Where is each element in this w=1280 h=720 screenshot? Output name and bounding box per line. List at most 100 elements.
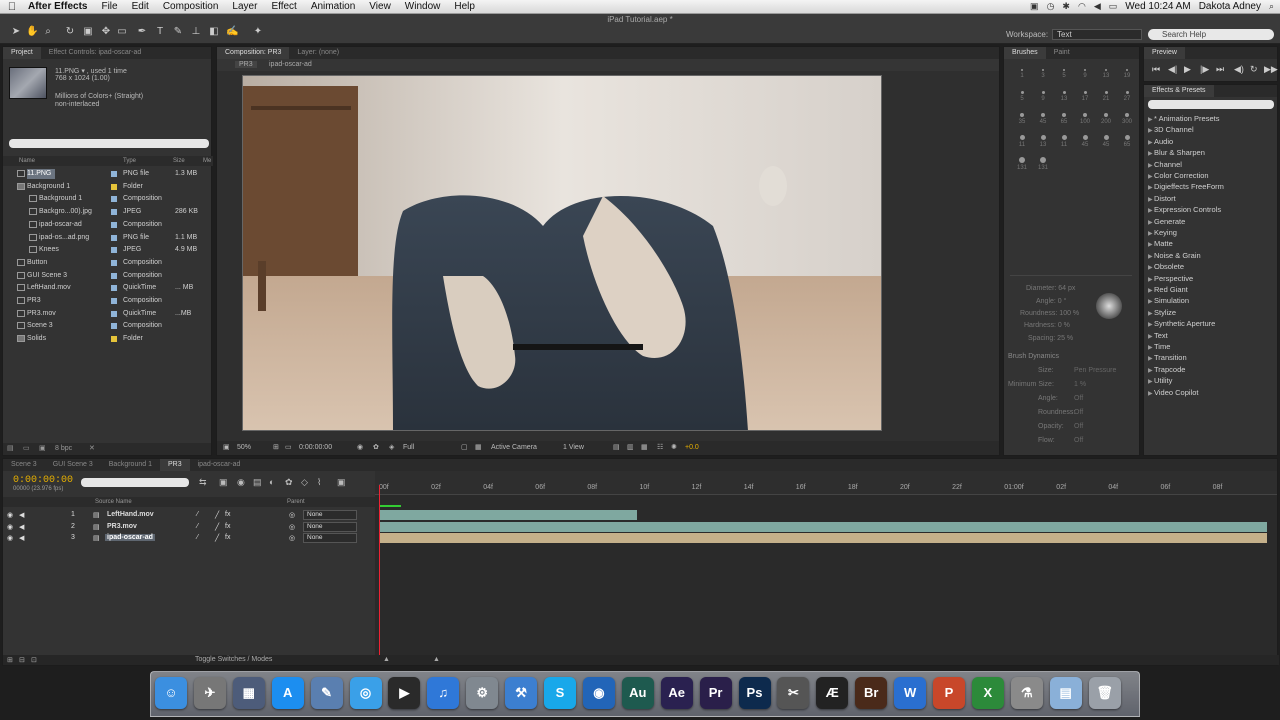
motion-blur-icon[interactable]: ◐: [269, 477, 274, 487]
wifi-icon[interactable]: ◠: [1078, 1, 1086, 12]
project-item[interactable]: PR3.mov QuickTime ...MB: [3, 308, 211, 320]
safari-icon[interactable]: ◎: [349, 677, 382, 709]
rotate-tool-icon[interactable]: ↻: [64, 26, 76, 38]
parent-select[interactable]: None: [303, 510, 357, 520]
tab-layer[interactable]: Layer: (none): [289, 47, 347, 59]
visibility-eye-icon[interactable]: ◉: [7, 523, 13, 531]
effect-category[interactable]: ▶Utility: [1148, 375, 1172, 386]
brush-tip[interactable]: 11: [1014, 135, 1030, 148]
tab-timeline-comp[interactable]: PR3: [159, 459, 190, 471]
label-color-swatch[interactable]: [111, 323, 117, 330]
tab-preview[interactable]: Preview: [1144, 47, 1185, 59]
tab-composition[interactable]: Composition: PR3: [217, 47, 290, 59]
menu-help[interactable]: Help: [447, 1, 482, 12]
audio-toggle-icon[interactable]: ◀: [19, 511, 24, 519]
always-preview-icon[interactable]: ▣: [223, 443, 230, 453]
spotlight-icon[interactable]: ⌕: [1269, 1, 1274, 12]
tab-project[interactable]: Project: [3, 47, 41, 59]
selection-tool-icon[interactable]: ➤: [10, 26, 22, 38]
premiere-icon[interactable]: Pr: [699, 677, 732, 709]
layer-bar-pr3[interactable]: [379, 522, 1267, 532]
tab-paint[interactable]: Paint: [1046, 47, 1078, 59]
zoom-select[interactable]: 50%: [237, 443, 251, 453]
audio-icon[interactable]: ◀): [1234, 64, 1244, 75]
effects-search-input[interactable]: [1148, 100, 1274, 109]
first-frame-icon[interactable]: ⏮: [1152, 64, 1160, 75]
brush-tip[interactable]: 45: [1035, 113, 1051, 125]
brush-tip[interactable]: 100: [1077, 113, 1093, 125]
effect-category[interactable]: ▶Text: [1148, 330, 1168, 341]
label-color-swatch[interactable]: [111, 285, 117, 292]
project-item[interactable]: Knees JPEG 4.9 MB: [3, 244, 211, 256]
new-comp-icon[interactable]: ▣: [39, 444, 46, 452]
label-color-swatch[interactable]: [111, 272, 117, 279]
project-item[interactable]: Backgro...00).jpg JPEG 286 KB: [3, 206, 211, 218]
interpret-footage-icon[interactable]: ▤: [7, 444, 14, 452]
menu-effect[interactable]: Effect: [264, 1, 303, 12]
col-name[interactable]: Name: [19, 158, 35, 164]
effect-category[interactable]: ▶Stylize: [1148, 307, 1176, 318]
mission-control-icon[interactable]: ▦: [232, 677, 265, 709]
menu-view[interactable]: View: [362, 1, 398, 12]
col-source-name[interactable]: Source Name: [95, 499, 132, 505]
project-item[interactable]: Background 1 Folder: [3, 181, 211, 193]
tab-timeline-comp[interactable]: Background 1: [101, 459, 160, 471]
layer-row[interactable]: ◉ ◀ 2 ▤ PR3.mov ⁄ ╱ fx ◎ None: [3, 521, 375, 533]
effect-category[interactable]: ▶Simulation: [1148, 295, 1189, 306]
new-folder-icon[interactable]: ▭: [23, 444, 30, 452]
excel-icon[interactable]: X: [971, 677, 1004, 709]
effect-category[interactable]: ▶3D Channel: [1148, 124, 1194, 135]
draft-3d-icon[interactable]: ▣: [219, 477, 228, 488]
zoom-in-icon[interactable]: ▲: [433, 656, 440, 663]
effect-category[interactable]: ▶Digieffects FreeForm: [1148, 181, 1224, 192]
brush-angle[interactable]: Angle: 0 °: [1036, 298, 1066, 305]
label-color-swatch[interactable]: [111, 183, 117, 190]
brush-hardness[interactable]: Hardness: 0 %: [1024, 322, 1070, 329]
clapper-icon[interactable]: ✂: [777, 677, 810, 709]
project-item[interactable]: 11.PNG PNG file 1.3 MB: [3, 168, 211, 180]
menu-animation[interactable]: Animation: [304, 1, 362, 12]
volume-icon[interactable]: ◀: [1094, 1, 1101, 12]
pick-whip-icon[interactable]: ◎: [289, 534, 295, 542]
shy-switch-icon[interactable]: ⁄: [197, 534, 198, 541]
brush-tip[interactable]: 19: [1119, 69, 1135, 79]
tab-effects-presets[interactable]: Effects & Presets: [1144, 85, 1214, 97]
brush-tip[interactable]: 131: [1014, 157, 1030, 171]
frame-blending-icon[interactable]: ▤: [253, 477, 262, 488]
utility-icon[interactable]: ⚗: [1010, 677, 1043, 709]
bluetooth-icon[interactable]: ✱: [1062, 1, 1070, 12]
itunes-icon[interactable]: ♫: [427, 677, 460, 709]
label-color-swatch[interactable]: [111, 234, 117, 241]
last-frame-icon[interactable]: ⏭: [1216, 64, 1224, 75]
brush-spacing[interactable]: Spacing: 25 %: [1028, 335, 1073, 342]
project-item[interactable]: PR3 Composition: [3, 295, 211, 307]
effect-category[interactable]: ▶Blur & Sharpen: [1148, 147, 1205, 158]
brush-tip[interactable]: 200: [1098, 113, 1114, 125]
tab-brushes[interactable]: Brushes: [1004, 47, 1046, 59]
exposure-value[interactable]: +0.0: [685, 443, 699, 453]
xcode-icon[interactable]: ⚒: [505, 677, 538, 709]
fast-previews-icon[interactable]: ▥: [627, 443, 634, 453]
col-parent[interactable]: Parent: [287, 499, 305, 505]
brush-tip[interactable]: 13: [1056, 91, 1072, 102]
effect-category[interactable]: ▶Video Copilot: [1148, 387, 1198, 398]
workspace-select[interactable]: Text: [1052, 29, 1142, 40]
graph-editor-icon[interactable]: ⌇: [317, 477, 321, 488]
battery-icon[interactable]: ▭: [1109, 1, 1118, 12]
effect-switch-icon[interactable]: fx: [225, 511, 230, 518]
dynamics-value[interactable]: Off: [1074, 395, 1083, 402]
layer-bar-lefthand[interactable]: [379, 510, 637, 520]
effect-category[interactable]: ▶Matte: [1148, 238, 1173, 249]
toggle-pixel-icon[interactable]: ▤: [613, 443, 620, 453]
time-ruler[interactable]: 00f 02f 04f 06f 08f 10f 12f 14f 16f 18f 20f 22f 01:0…: [375, 471, 1277, 495]
effect-category[interactable]: ▶Synthetic Aperture: [1148, 318, 1215, 329]
effect-switch-icon[interactable]: fx: [225, 534, 230, 541]
dynamics-value[interactable]: Off: [1074, 409, 1083, 416]
label-color-swatch[interactable]: [111, 310, 117, 317]
safe-zones-icon[interactable]: ⊞: [273, 443, 279, 453]
project-item[interactable]: Button Composition: [3, 257, 211, 269]
bpc-label[interactable]: 8 bpc: [55, 445, 72, 452]
search-help-input[interactable]: Search Help: [1148, 29, 1274, 40]
audio-toggle-icon[interactable]: ◀: [19, 534, 24, 542]
timeline-icon[interactable]: ▦: [641, 443, 648, 453]
